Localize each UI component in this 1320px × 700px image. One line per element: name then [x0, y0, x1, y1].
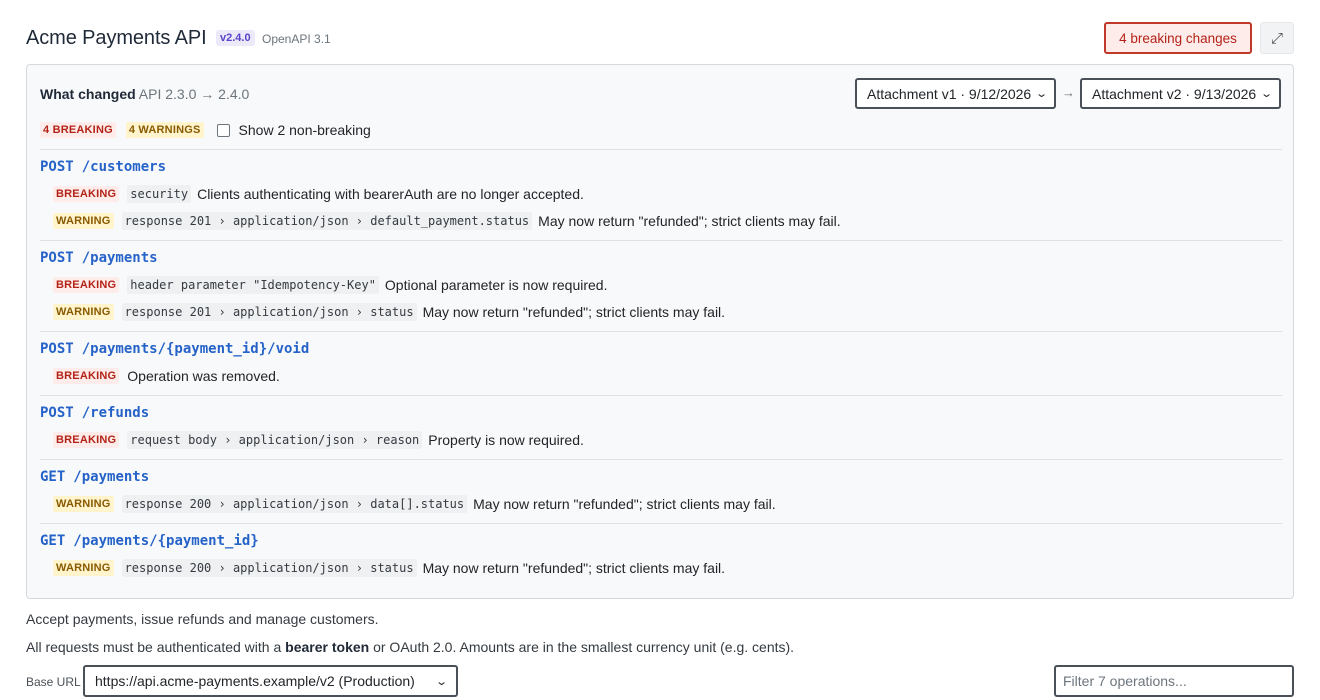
change-description: May now return "refunded"; strict client…	[538, 212, 841, 229]
base-url-label: Base URL	[26, 675, 81, 689]
change-description: May now return "refunded"; strict client…	[422, 559, 726, 576]
base-url-select[interactable]: https://api.acme-payments.example/v2 (Pr…	[83, 665, 458, 697]
diff-panel: What changed API 2.3.0 → 2.4.0 Attachmen…	[26, 64, 1294, 599]
change-location: response 200 › application/json › data[]…	[121, 494, 468, 513]
change-row: WARNING response 200 › application/json ›…	[40, 490, 1282, 517]
change-description: May now return "refunded"; strict client…	[473, 495, 776, 512]
change-location: security	[127, 184, 192, 203]
change-row: BREAKING security Clients authenticating w…	[40, 180, 1282, 207]
operation-path-link[interactable]: POST/payments/{payment_id}/void	[40, 340, 1282, 358]
warning-badge: WARNING	[53, 495, 114, 512]
change-row: BREAKING request body › application/json …	[40, 426, 1282, 453]
chevron-down-icon: ⌄	[1259, 88, 1273, 100]
chevron-down-icon: ⌄	[1034, 88, 1048, 100]
operation-path-link[interactable]: GET/payments	[40, 468, 1282, 486]
change-row: WARNING response 200 › application/json ›…	[40, 554, 1282, 581]
change-description: Optional parameter is now required.	[384, 276, 608, 293]
operation-path: /payments	[81, 250, 158, 266]
operation-item: POST/customers BREAKING security Clients au…	[40, 149, 1282, 240]
warning-badge: WARNING	[53, 212, 114, 229]
operation-path: /refunds	[81, 405, 150, 421]
warning-badge: WARNING	[53, 559, 114, 576]
change-description: Clients authenticating with bearerAuth a…	[197, 185, 584, 202]
breaking-badge: BREAKING	[53, 431, 120, 448]
api-auth-note: All requests must be authenticated with …	[26, 639, 794, 655]
expand-button[interactable]: ⤢	[1260, 22, 1294, 54]
operation-item: POST/payments/{payment_id}/void BREAKING O…	[40, 331, 1282, 395]
operations-list: POST/customers BREAKING security Clients au…	[40, 149, 1282, 587]
operation-path: /payments	[73, 469, 150, 485]
operation-method: GET	[40, 533, 66, 549]
attachment-old-value: Attachment v1 · 9/12/2026	[867, 85, 1032, 102]
change-location: response 200 › application/json › status	[121, 558, 417, 577]
operation-item: POST/refunds BREAKING request body › appli…	[40, 395, 1282, 459]
operation-method: GET	[40, 469, 66, 485]
operation-item: GET/payments WARNING response 200 › applic…	[40, 459, 1282, 523]
warning-badge: WARNING	[53, 303, 114, 320]
attachment-arrow: →	[1062, 85, 1075, 100]
attachment-new-select[interactable]: Attachment v2 · 9/13/2026 ⌄	[1080, 78, 1281, 109]
change-row: WARNING response 201 › application/json ›…	[40, 298, 1282, 325]
operation-path-link[interactable]: POST/refunds	[40, 404, 1282, 422]
change-description: Property is now required.	[428, 431, 584, 448]
change-location: response 201 › application/json › defaul…	[121, 211, 533, 230]
breaking-count-badge: 4 BREAKING	[40, 122, 116, 138]
warning-count-badge: 4 WARNINGS	[125, 122, 204, 138]
operation-item: POST/payments BREAKING header parameter "I…	[40, 240, 1282, 331]
operation-method: POST	[40, 341, 74, 357]
operation-method: POST	[40, 250, 74, 266]
base-url-value: https://api.acme-payments.example/v2 (Pr…	[95, 673, 415, 689]
version-badge: v2.4.0	[216, 30, 255, 46]
operation-path-link[interactable]: POST/customers	[40, 158, 1282, 176]
change-description: May now return "refunded"; strict client…	[422, 303, 726, 320]
show-nonbreaking-checkbox[interactable]	[216, 123, 230, 137]
operation-path-link[interactable]: GET/payments/{payment_id}	[40, 532, 1282, 550]
show-nonbreaking-label[interactable]: Show 2 non-breaking	[239, 122, 371, 138]
filter-operations-input[interactable]	[1054, 665, 1294, 697]
attachment-new-value: Attachment v2 · 9/13/2026	[1092, 85, 1257, 102]
auth-note-bold: bearer token	[285, 639, 370, 655]
operation-method: POST	[40, 159, 74, 175]
operation-path: /customers	[81, 159, 167, 175]
change-location: response 201 › application/json › status	[121, 302, 417, 321]
diff-heading: What changed API 2.3.0 → 2.4.0	[40, 86, 249, 102]
change-row: BREAKING Operation was removed.	[40, 362, 1282, 389]
operation-item: GET/payments/{payment_id} WARNING response…	[40, 523, 1282, 587]
change-row: WARNING response 201 › application/json ›…	[40, 207, 1282, 234]
breaking-badge: BREAKING	[53, 185, 120, 202]
change-row: BREAKING header parameter "Idempotency-Ke…	[40, 271, 1282, 298]
chevron-down-icon: ⌄	[434, 676, 448, 688]
diff-version-range: API 2.3.0 → 2.4.0	[138, 86, 250, 102]
change-location: request body › application/json › reason	[127, 430, 423, 449]
operation-path: /payments/{payment_id}/void	[81, 341, 310, 357]
change-location: header parameter "Idempotency-Key"	[127, 275, 379, 294]
change-description: Operation was removed.	[127, 367, 280, 384]
openapi-version-label: OpenAPI 3.1	[262, 32, 331, 46]
breaking-changes-button[interactable]: 4 breaking changes	[1104, 22, 1252, 54]
operation-method: POST	[40, 405, 74, 421]
auth-note-suffix: or OAuth 2.0. Amounts are in the smalles…	[369, 639, 795, 655]
api-title: Acme Payments API	[26, 27, 207, 49]
auth-note-prefix: All requests must be authenticated with …	[26, 639, 286, 655]
breaking-badge: BREAKING	[53, 367, 120, 384]
diff-heading-label: What changed	[40, 86, 136, 102]
operation-path: /payments/{payment_id}	[73, 533, 259, 549]
api-header: Acme Payments API v2.4.0 OpenAPI 3.1 4 b…	[26, 22, 1294, 56]
expand-icon: ⤢	[1270, 29, 1283, 47]
change-counts: 4 BREAKING 4 WARNINGS Show 2 non-breakin…	[40, 120, 371, 140]
api-summary: Accept payments, issue refunds and manag…	[26, 611, 379, 627]
attachment-old-select[interactable]: Attachment v1 · 9/12/2026 ⌄	[855, 78, 1056, 109]
breaking-badge: BREAKING	[53, 276, 120, 293]
operation-path-link[interactable]: POST/payments	[40, 249, 1282, 267]
